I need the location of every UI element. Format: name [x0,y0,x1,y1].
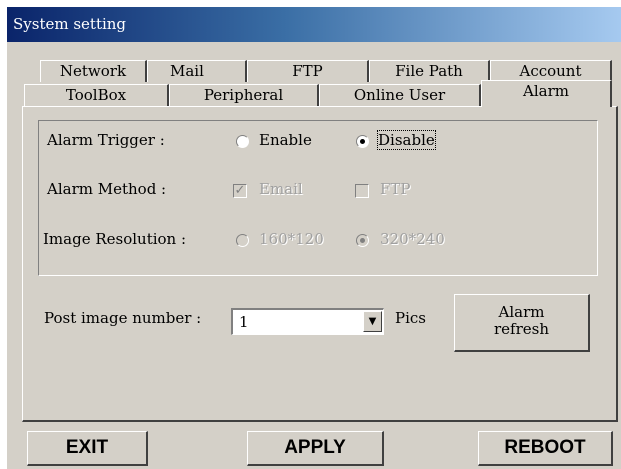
window-title: System setting [13,15,127,33]
reboot-button[interactable]: REBOOT [478,431,613,466]
alarm-method-ftp-label: FTP [380,180,411,198]
resolution-160-label: 160*120 [259,230,324,248]
alarm-method-email-label: Email [259,180,303,198]
image-resolution-label: Image Resolution : [43,230,187,248]
exit-button[interactable]: EXIT [27,431,148,466]
tab-online-user[interactable]: Online User [319,84,481,106]
tab-file-path[interactable]: File Path [369,60,490,82]
alarm-refresh-line1: Alarm [498,303,545,321]
tab-alarm[interactable]: Alarm [481,80,612,107]
post-image-number-label: Post image number : [44,309,202,327]
alarm-method-email-checkbox[interactable]: ✓ [233,184,247,198]
tab-mail[interactable]: Mail [147,60,247,82]
post-image-number-value: 1 [239,313,249,331]
alarm-refresh-button[interactable]: Alarm refresh [454,294,590,352]
resolution-320-radio[interactable] [356,234,369,247]
alarm-method-ftp-checkbox[interactable] [355,184,369,198]
dropdown-arrow-icon[interactable]: ▼ [363,311,382,332]
tab-peripheral[interactable]: Peripheral [169,84,319,106]
alarm-refresh-line2: refresh [493,320,549,338]
tab-account[interactable]: Account [490,60,612,82]
alarm-trigger-disable-label[interactable]: Disable [377,130,436,150]
alarm-trigger-label: Alarm Trigger : [47,131,165,149]
alarm-method-label: Alarm Method : [47,180,167,198]
post-image-number-select[interactable]: 1 ▼ [231,308,384,335]
pics-unit-label: Pics [395,309,426,327]
alarm-trigger-disable-radio[interactable] [356,135,369,148]
alarm-trigger-enable-label[interactable]: Enable [259,131,312,149]
tab-toolbox[interactable]: ToolBox [24,84,169,106]
alarm-trigger-enable-radio[interactable] [236,135,249,148]
resolution-320-label: 320*240 [380,230,445,248]
apply-button[interactable]: APPLY [247,431,384,466]
tab-ftp[interactable]: FTP [247,60,369,82]
resolution-160-radio[interactable] [236,234,249,247]
title-bar: System setting [7,7,621,42]
tab-network[interactable]: Network [40,60,147,82]
